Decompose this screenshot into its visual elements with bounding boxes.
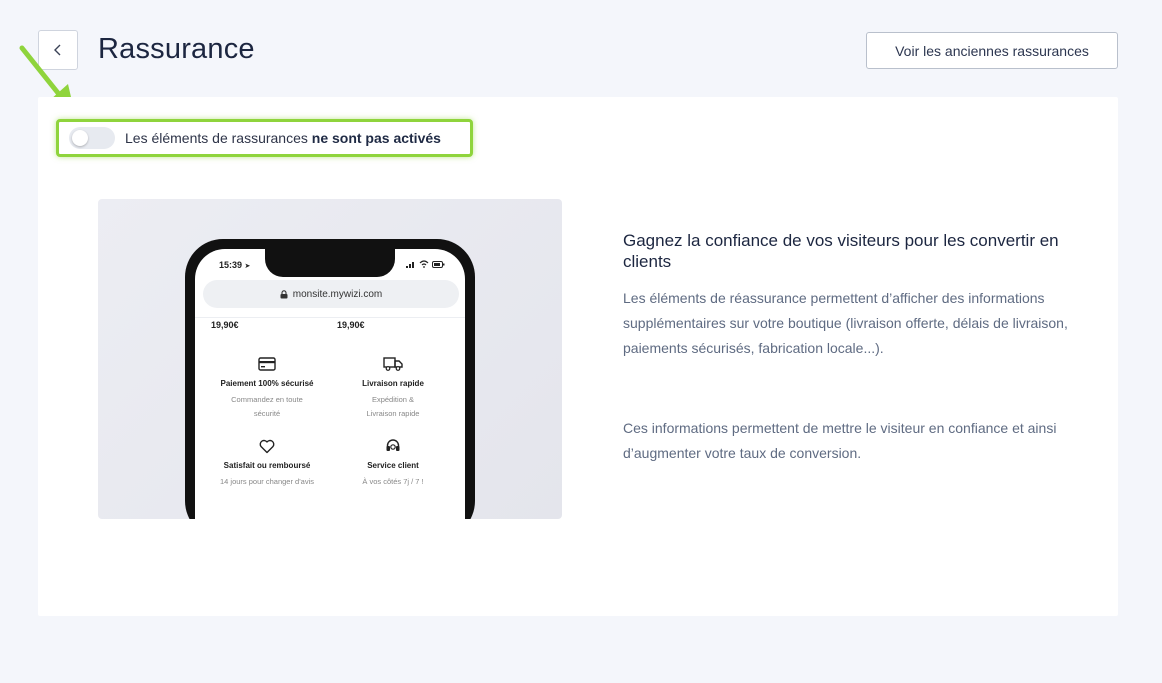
feature-customer-service: Service client À vos côtés 7j / 7 ! <box>333 437 453 489</box>
feature-title: Service client <box>367 461 419 470</box>
feature-subtitle-line: Commandez en toute <box>231 395 303 404</box>
screen-divider <box>195 317 465 318</box>
product-price: 19,90€ <box>211 320 239 330</box>
signal-icon <box>406 262 414 268</box>
activation-toggle[interactable] <box>69 127 115 149</box>
product-price: 19,90€ <box>337 320 365 330</box>
activation-label-status: ne sont pas activés <box>311 130 441 146</box>
feature-subtitle: Commandez en toute sécurité <box>207 393 327 421</box>
feature-subtitle: À vos côtés 7j / 7 ! <box>362 477 424 486</box>
heart-icon <box>259 439 275 453</box>
url-text: monsite.mywizi.com <box>292 288 383 300</box>
feature-subtitle: 14 jours pour changer d'avis <box>220 477 314 486</box>
feature-subtitle-line: sécurité <box>253 409 281 418</box>
feature-title: Livraison rapide <box>362 379 424 388</box>
phone-screen: 15:39 ➤ monsite.mywizi.com 19,90€ 19,90€… <box>195 249 465 519</box>
activation-toggle-row: Les éléments de rassurances ne sont pas … <box>56 119 473 157</box>
feature-subtitle-line: Expédition & <box>371 395 415 404</box>
battery-icon <box>432 260 445 268</box>
feature-subtitle: Expédition & Livraison rapide <box>333 393 453 421</box>
feature-title: Paiement 100% sécurisé <box>220 379 314 388</box>
page-title: Rassurance <box>98 33 255 65</box>
status-time: 15:39 ➤ <box>219 260 250 270</box>
phone-preview: 15:39 ➤ monsite.mywizi.com 19,90€ 19,90€… <box>98 199 562 519</box>
activation-status-label: Les éléments de rassurances ne sont pas … <box>125 130 441 146</box>
headset-icon <box>386 439 400 451</box>
feature-secure-payment: Paiement 100% sécurisé Commandez en tout… <box>207 355 327 421</box>
location-icon: ➤ <box>244 263 251 270</box>
feature-satisfaction: Satisfait ou remboursé 14 jours pour cha… <box>207 437 327 489</box>
info-paragraph-1: Les éléments de réassurance permettent d… <box>623 290 1068 356</box>
status-icons <box>406 260 445 268</box>
feature-fast-delivery: Livraison rapide Expédition & Livraison … <box>333 355 453 421</box>
info-headline: Gagnez la confiance de vos visiteurs pou… <box>623 231 1059 271</box>
lock-icon <box>280 289 288 298</box>
phone-frame: 15:39 ➤ monsite.mywizi.com 19,90€ 19,90€… <box>185 239 475 519</box>
wifi-icon <box>419 260 429 268</box>
activation-label-prefix: Les éléments de rassurances <box>125 130 308 146</box>
status-time-text: 15:39 <box>219 260 243 270</box>
info-paragraph-2: Ces informations permettent de mettre le… <box>623 420 1057 461</box>
feature-title: Satisfait ou remboursé <box>223 461 311 470</box>
truck-icon <box>383 357 403 371</box>
credit-card-icon <box>258 357 276 371</box>
toggle-knob <box>72 130 88 146</box>
phone-notch <box>265 249 395 277</box>
feature-subtitle-line: Livraison rapide <box>366 409 420 418</box>
url-bar: monsite.mywizi.com <box>203 280 459 308</box>
view-old-rassurances-button[interactable]: Voir les anciennes rassurances <box>866 32 1118 69</box>
